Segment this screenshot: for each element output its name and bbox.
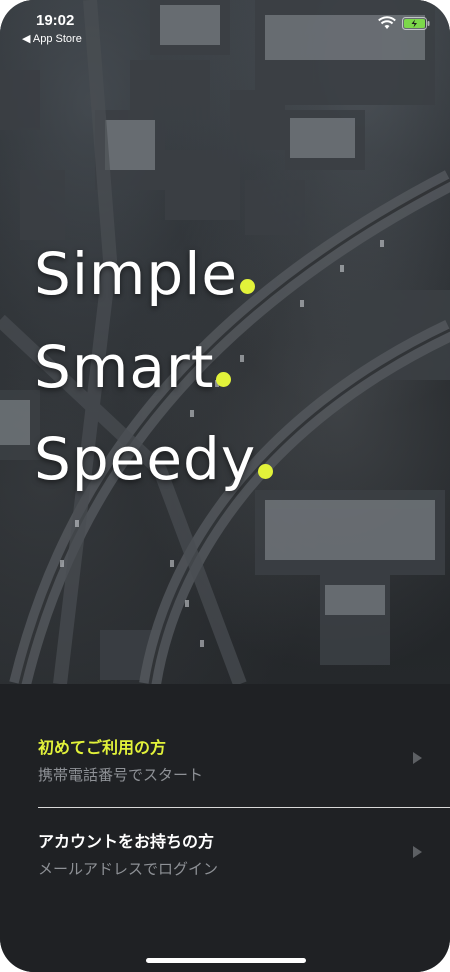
divider — [38, 807, 450, 808]
new-user-title: 初めてご利用の方 — [38, 738, 167, 757]
home-indicator[interactable] — [146, 958, 306, 963]
new-user-subtitle: 携帯電話番号でスタート — [38, 766, 204, 784]
wifi-icon — [378, 16, 396, 29]
headline-word-speedy: Speedy — [34, 425, 257, 493]
accent-dot — [240, 279, 256, 294]
headline-line-2: Smart — [34, 338, 232, 396]
accent-dot — [258, 464, 274, 479]
existing-account-option[interactable]: アカウントをお持ちの方 メールアドレスでログイン — [38, 824, 422, 894]
chevron-right-icon — [413, 752, 422, 764]
back-to-app-store-link[interactable]: ◀ App Store — [22, 32, 82, 45]
status-time: 19:02 — [36, 12, 75, 29]
bottom-sheet: 初めてご利用の方 携帯電話番号でスタート アカウントをお持ちの方 メールアドレス… — [0, 684, 450, 972]
existing-account-title: アカウントをお持ちの方 — [38, 832, 215, 851]
accent-dot — [216, 372, 232, 387]
headline-word-simple: Simple — [34, 240, 239, 308]
new-user-option[interactable]: 初めてご利用の方 携帯電話番号でスタート — [38, 730, 422, 800]
headline-line-1: Simple — [34, 245, 256, 303]
battery-charging-icon — [402, 17, 430, 30]
chevron-right-icon — [413, 846, 422, 858]
headline-line-3: Speedy — [34, 430, 274, 488]
app-screen: 19:02 ◀ App Store Simple Smart Speedy 初め… — [0, 0, 450, 972]
headline-word-smart: Smart — [34, 333, 215, 401]
existing-account-subtitle: メールアドレスでログイン — [38, 860, 219, 878]
status-bar: 19:02 ◀ App Store — [0, 0, 450, 48]
